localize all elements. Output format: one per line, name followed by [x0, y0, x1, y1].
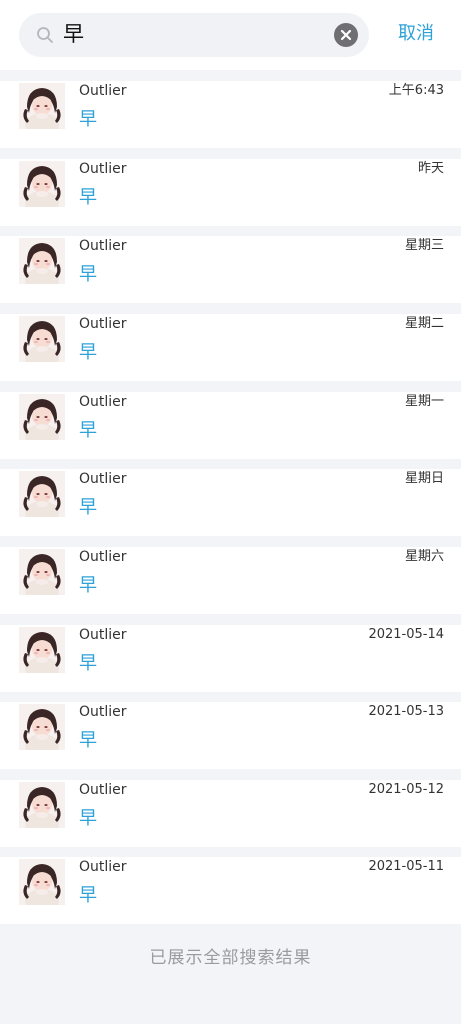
avatar[interactable]	[19, 471, 65, 517]
message-time: 2021-05-12	[368, 782, 444, 797]
contact-name: Outlier	[79, 549, 127, 565]
contact-name: Outlier	[79, 704, 127, 720]
message-preview: 早	[79, 264, 97, 285]
avatar[interactable]	[19, 782, 65, 828]
message-time: 2021-05-11	[368, 859, 444, 874]
contact-name: Outlier	[79, 782, 127, 798]
contact-name: Outlier	[79, 316, 127, 332]
contact-name: Outlier	[79, 859, 127, 875]
search-icon	[37, 27, 53, 43]
message-preview: 早	[79, 808, 97, 829]
results-end-label: 已展示全部搜索结果	[149, 948, 312, 968]
avatar[interactable]	[19, 394, 65, 440]
search-bar: 早 取消	[0, 0, 461, 70]
message-preview: 早	[79, 420, 97, 441]
avatar[interactable]	[19, 859, 65, 905]
message-time: 2021-05-13	[368, 704, 444, 719]
message-time: 星期一	[404, 394, 444, 409]
list-item[interactable]: Outlier 星期一 早	[0, 392, 461, 459]
message-time: 2021-05-14	[368, 627, 444, 642]
list-item[interactable]: Outlier 上午6:43 早	[0, 81, 461, 148]
close-icon	[340, 29, 352, 41]
message-time: 上午6:43	[388, 83, 444, 98]
message-preview: 早	[79, 730, 97, 751]
avatar[interactable]	[19, 316, 65, 362]
avatar[interactable]	[19, 549, 65, 595]
contact-name: Outlier	[79, 394, 127, 410]
clear-search-button[interactable]	[334, 23, 358, 47]
list-item[interactable]: Outlier 星期日 早	[0, 469, 461, 536]
contact-name: Outlier	[79, 238, 127, 254]
list-item[interactable]: Outlier 2021-05-14 早	[0, 625, 461, 692]
contact-name: Outlier	[79, 161, 127, 177]
list-item[interactable]: Outlier 2021-05-12 早	[0, 780, 461, 847]
list-item[interactable]: Outlier 2021-05-13 早	[0, 702, 461, 769]
list-item[interactable]: Outlier 2021-05-11 早	[0, 857, 461, 924]
contact-name: Outlier	[79, 627, 127, 643]
search-query[interactable]: 早	[63, 21, 84, 47]
message-preview: 早	[79, 342, 97, 363]
message-preview: 早	[79, 885, 97, 906]
contact-name: Outlier	[79, 83, 127, 99]
message-preview: 早	[79, 575, 97, 596]
message-time: 星期三	[404, 238, 444, 253]
contact-name: Outlier	[79, 471, 127, 487]
list-item[interactable]: Outlier 星期二 早	[0, 314, 461, 381]
message-time: 星期日	[404, 471, 444, 486]
list-item[interactable]: Outlier 星期三 早	[0, 236, 461, 303]
message-time: 昨天	[417, 161, 444, 176]
avatar[interactable]	[19, 704, 65, 750]
avatar[interactable]	[19, 238, 65, 284]
avatar[interactable]	[19, 627, 65, 673]
search-input[interactable]: 早	[19, 13, 369, 57]
message-preview: 早	[79, 187, 97, 208]
message-time: 星期六	[404, 549, 444, 564]
avatar[interactable]	[19, 161, 65, 207]
avatar[interactable]	[19, 83, 65, 129]
message-time: 星期二	[404, 316, 444, 331]
message-preview: 早	[79, 109, 97, 130]
cancel-button[interactable]: 取消	[386, 21, 446, 47]
list-item[interactable]: Outlier 星期六 早	[0, 547, 461, 614]
message-preview: 早	[79, 653, 97, 674]
list-item[interactable]: Outlier 昨天 早	[0, 159, 461, 226]
message-preview: 早	[79, 497, 97, 518]
